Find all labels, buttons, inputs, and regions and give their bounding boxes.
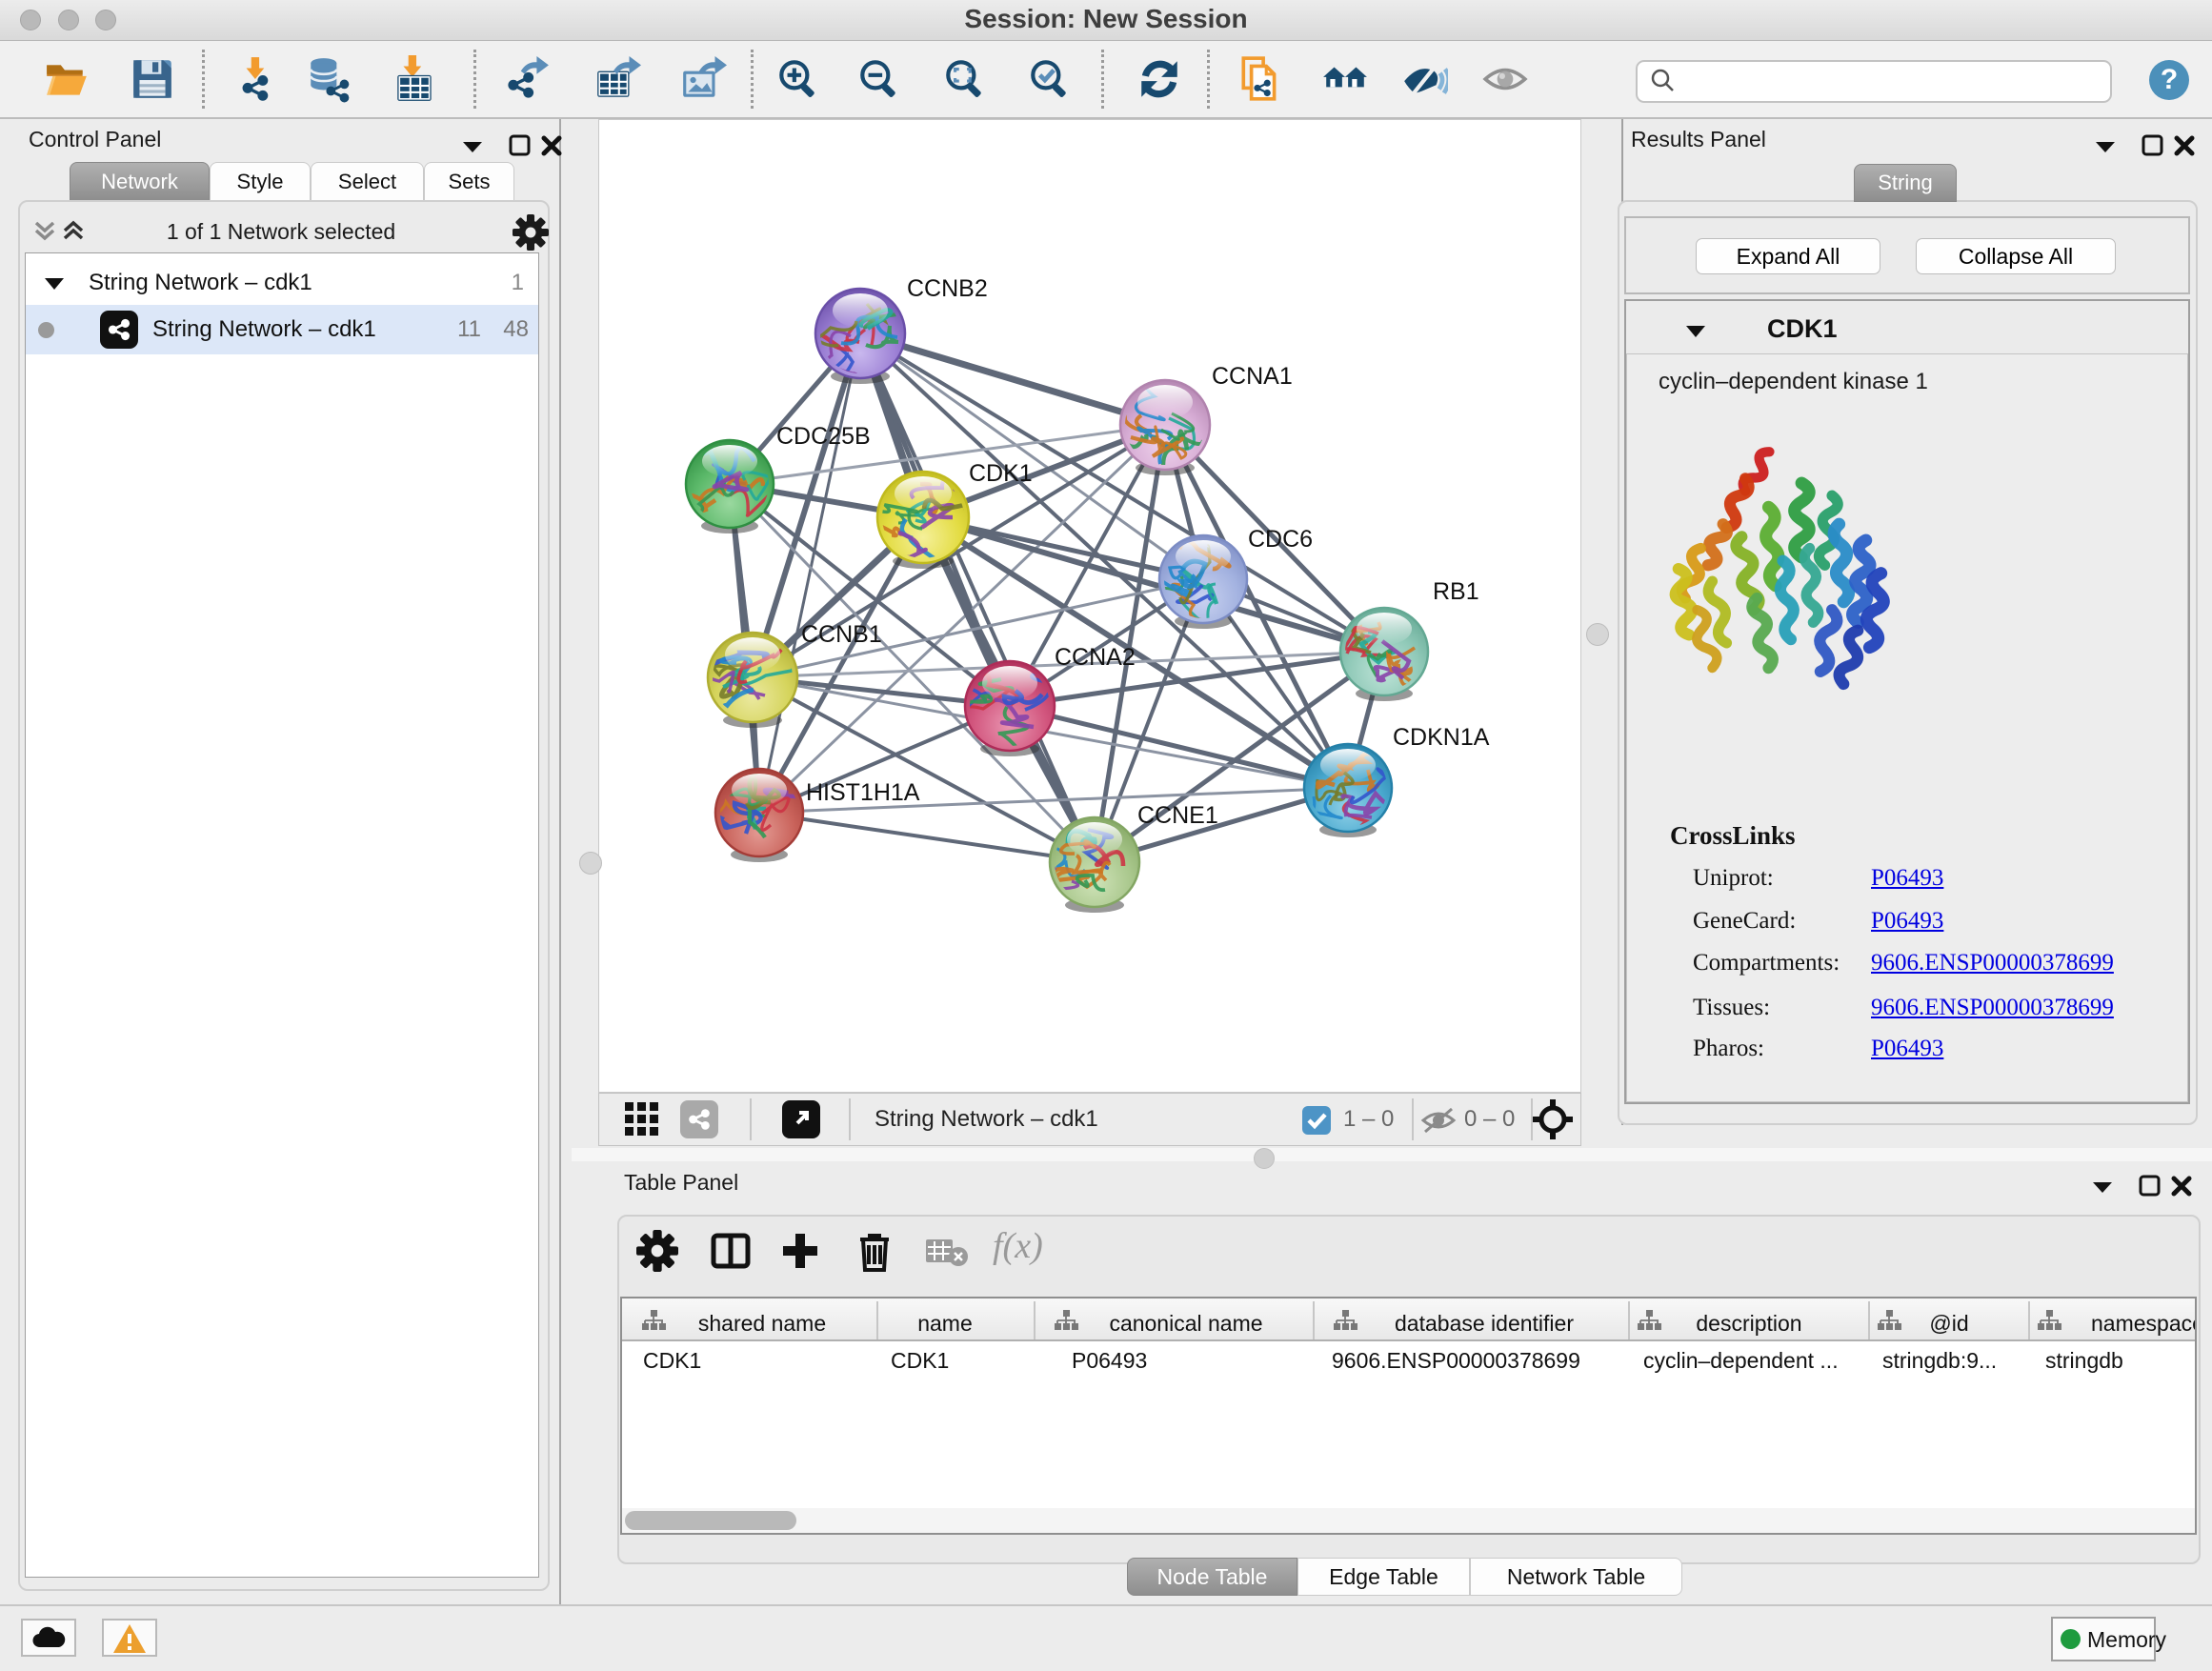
svg-text:?: ? [2161, 64, 2178, 95]
svg-text:CDKN1A: CDKN1A [1393, 724, 1490, 751]
svg-text:RB1: RB1 [1433, 578, 1479, 605]
svg-text:CDC25B: CDC25B [776, 423, 871, 450]
svg-text:CDK1: CDK1 [969, 460, 1033, 487]
svg-text:CCNA2: CCNA2 [1055, 644, 1136, 671]
svg-text:CDC6: CDC6 [1248, 526, 1313, 553]
svg-text:CCNB1: CCNB1 [801, 621, 882, 648]
svg-text:CCNB2: CCNB2 [907, 275, 988, 302]
svg-text:CCNA1: CCNA1 [1212, 363, 1293, 390]
svg-text:HIST1H1A: HIST1H1A [806, 779, 920, 806]
svg-text:CCNE1: CCNE1 [1137, 802, 1218, 829]
